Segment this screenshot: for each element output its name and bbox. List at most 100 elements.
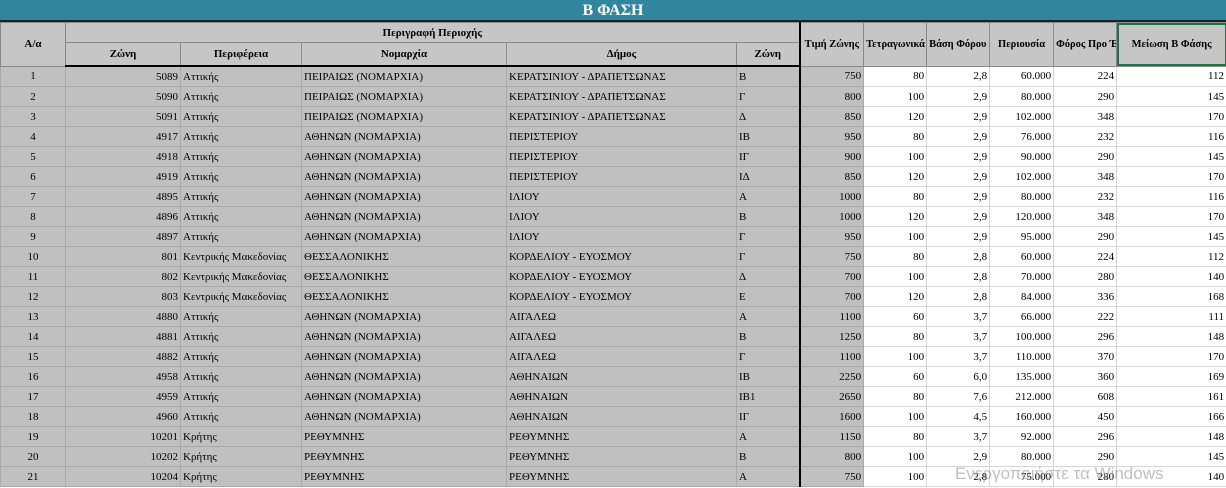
cell-dimos[interactable]: ΠΕΡΙΣΤΕΡΙΟΥ [506,146,737,167]
cell-vasi[interactable]: 3,7 [926,346,991,367]
cell-zoni-letter[interactable]: Γ [735,346,801,367]
cell-zoni[interactable]: 5089 [65,65,181,87]
cell-timi[interactable]: 1100 [799,346,865,367]
cell-meiosi[interactable]: 170 [1116,206,1226,227]
cell-nomarxia[interactable]: ΑΘΗΝΩΝ (ΝΟΜΑΡΧΙΑ) [301,406,507,427]
cell-tetragonika[interactable]: 100 [863,146,928,167]
cell-aa[interactable]: 8 [0,206,66,227]
cell-aa[interactable]: 17 [0,386,66,407]
cell-tetragonika[interactable]: 80 [863,126,928,147]
cell-zoni[interactable]: 4959 [65,386,181,407]
cell-timi[interactable]: 1000 [799,186,865,207]
cell-aa[interactable]: 5 [0,146,66,167]
cell-zoni-letter[interactable]: ΙΔ [735,166,801,187]
cell-timi[interactable]: 1100 [799,306,865,327]
cell-nomarxia[interactable]: ΑΘΗΝΩΝ (ΝΟΜΑΡΧΙΑ) [301,346,507,367]
cell-dimos[interactable]: ΙΛΙΟΥ [506,226,737,247]
cell-dimos[interactable]: ΡΕΘΥΜΝΗΣ [506,466,737,487]
cell-timi[interactable]: 700 [799,286,865,307]
cell-timi[interactable]: 750 [799,246,865,267]
cell-nomarxia[interactable]: ΡΕΘΥΜΝΗΣ [301,446,507,467]
cell-nomarxia[interactable]: ΑΘΗΝΩΝ (ΝΟΜΑΡΧΙΑ) [301,206,507,227]
cell-tetragonika[interactable]: 100 [863,346,928,367]
cell-dimos[interactable]: ΚΟΡΔΕΛΙΟΥ - ΕΥΟΣΜΟΥ [506,286,737,307]
header-zoni2[interactable]: Ζώνη [735,42,801,67]
cell-tetragonika[interactable]: 80 [863,65,928,87]
cell-zoni-letter[interactable]: Ε [735,286,801,307]
cell-timi[interactable]: 2250 [799,366,865,387]
cell-perifereia[interactable]: Αττικής [180,186,302,207]
cell-dimos[interactable]: ΑΘΗΝΑΙΩΝ [506,366,737,387]
header-aa[interactable]: Α/α [0,22,66,67]
header-zoni[interactable]: Ζώνη [65,42,181,67]
cell-aa[interactable]: 15 [0,346,66,367]
cell-zoni-letter[interactable]: Α [735,186,801,207]
cell-tetragonika[interactable]: 120 [863,206,928,227]
cell-foros[interactable]: 450 [1053,406,1118,427]
cell-aa[interactable]: 14 [0,326,66,347]
cell-nomarxia[interactable]: ΘΕΣΣΑΛΟΝΙΚΗΣ [301,246,507,267]
cell-perifereia[interactable]: Κρήτης [180,466,302,487]
cell-zoni-letter[interactable]: ΙΒ1 [735,386,801,407]
cell-meiosi[interactable]: 116 [1116,126,1226,147]
cell-perifereia[interactable]: Αττικής [180,206,302,227]
cell-foros[interactable]: 280 [1053,466,1118,487]
cell-zoni[interactable]: 4880 [65,306,181,327]
cell-zoni[interactable]: 4918 [65,146,181,167]
cell-vasi[interactable]: 2,9 [926,166,991,187]
cell-zoni-letter[interactable]: Γ [735,226,801,247]
cell-timi[interactable]: 800 [799,446,865,467]
cell-perifereia[interactable]: Κεντρικής Μακεδονίας [180,286,302,307]
cell-periousia[interactable]: 70.000 [989,266,1055,287]
cell-perifereia[interactable]: Αττικής [180,146,302,167]
cell-timi[interactable]: 950 [799,126,865,147]
cell-aa[interactable]: 2 [0,86,66,107]
cell-meiosi[interactable]: 116 [1116,186,1226,207]
cell-vasi[interactable]: 2,9 [926,126,991,147]
cell-meiosi[interactable]: 140 [1116,266,1226,287]
cell-periousia[interactable]: 160.000 [989,406,1055,427]
cell-foros[interactable]: 608 [1053,386,1118,407]
cell-timi[interactable]: 850 [799,166,865,187]
cell-foros[interactable]: 296 [1053,426,1118,447]
cell-aa[interactable]: 3 [0,106,66,127]
cell-periousia[interactable]: 95.000 [989,226,1055,247]
cell-zoni[interactable]: 10202 [65,446,181,467]
cell-dimos[interactable]: ΚΟΡΔΕΛΙΟΥ - ΕΥΟΣΜΟΥ [506,246,737,267]
cell-nomarxia[interactable]: ΘΕΣΣΑΛΟΝΙΚΗΣ [301,286,507,307]
cell-vasi[interactable]: 4,5 [926,406,991,427]
cell-foros[interactable]: 232 [1053,186,1118,207]
header-tetragonika[interactable]: Τετραγωνικά Ακινήτου [863,22,928,67]
cell-dimos[interactable]: ΡΕΘΥΜΝΗΣ [506,446,737,467]
cell-dimos[interactable]: ΚΕΡΑΤΣΙΝΙΟΥ - ΔΡΑΠΕΤΣΩΝΑΣ [506,86,737,107]
cell-perifereia[interactable]: Αττικής [180,326,302,347]
cell-zoni[interactable]: 4896 [65,206,181,227]
cell-timi[interactable]: 800 [799,86,865,107]
cell-nomarxia[interactable]: ΡΕΘΥΜΝΗΣ [301,466,507,487]
cell-nomarxia[interactable]: ΠΕΙΡΑΙΩΣ (ΝΟΜΑΡΧΙΑ) [301,86,507,107]
cell-perifereia[interactable]: Αττικής [180,386,302,407]
cell-foros[interactable]: 290 [1053,146,1118,167]
cell-nomarxia[interactable]: ΑΘΗΝΩΝ (ΝΟΜΑΡΧΙΑ) [301,226,507,247]
cell-zoni-letter[interactable]: Β [735,326,801,347]
cell-foros[interactable]: 232 [1053,126,1118,147]
cell-tetragonika[interactable]: 100 [863,406,928,427]
cell-periousia[interactable]: 66.000 [989,306,1055,327]
cell-nomarxia[interactable]: ΘΕΣΣΑΛΟΝΙΚΗΣ [301,266,507,287]
cell-foros[interactable]: 296 [1053,326,1118,347]
cell-vasi[interactable]: 2,8 [926,246,991,267]
cell-zoni[interactable]: 4882 [65,346,181,367]
cell-zoni-letter[interactable]: Α [735,426,801,447]
cell-periousia[interactable]: 100.000 [989,326,1055,347]
cell-perifereia[interactable]: Κεντρικής Μακεδονίας [180,246,302,267]
cell-timi[interactable]: 1000 [799,206,865,227]
cell-timi[interactable]: 750 [799,466,865,487]
cell-vasi[interactable]: 2,9 [926,106,991,127]
cell-zoni-letter[interactable]: Α [735,466,801,487]
cell-zoni-letter[interactable]: Β [735,65,801,87]
cell-zoni[interactable]: 4881 [65,326,181,347]
cell-zoni[interactable]: 10204 [65,466,181,487]
cell-timi[interactable]: 1150 [799,426,865,447]
cell-tetragonika[interactable]: 80 [863,186,928,207]
cell-meiosi[interactable]: 145 [1116,86,1226,107]
